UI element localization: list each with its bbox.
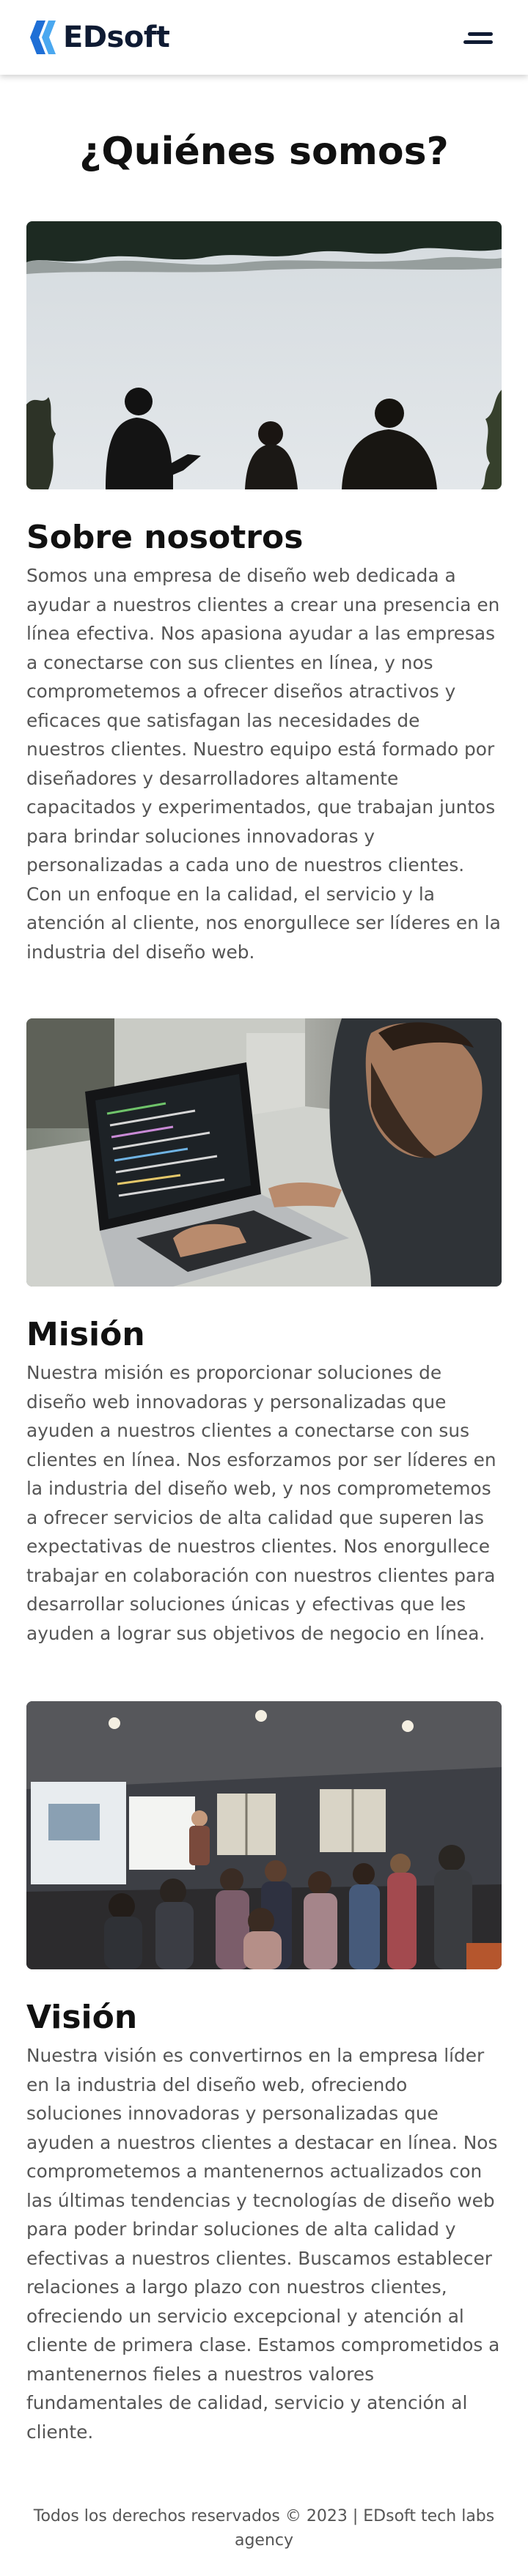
page-title: ¿Quiénes somos?: [79, 130, 449, 174]
site-header: EDsoft: [0, 0, 528, 75]
section-text: Nuestra misión es proporcionar solucione…: [26, 1362, 496, 1644]
section-title: Visión: [26, 1999, 138, 2036]
section-title: Sobre nosotros: [26, 519, 304, 556]
mission-section: Misión Nuestra misión es proporcionar so…: [26, 1018, 502, 1648]
presentation-audience-photo: [26, 1701, 502, 1969]
brand-name: EDsoft: [63, 21, 170, 54]
section-title: Misión: [26, 1316, 145, 1353]
brand-logo[interactable]: EDsoft: [26, 19, 170, 56]
site-footer: Todos los derechos reservados © 2023 | E…: [26, 2504, 502, 2553]
footer-copyright: Todos los derechos reservados © 2023 | E…: [33, 2507, 495, 2550]
about-section: Sobre nosotros Somos una empresa de dise…: [26, 221, 502, 966]
section-text: Nuestra visión es convertirnos en la emp…: [26, 2045, 500, 2443]
section-text: Somos una empresa de diseño web dedicada…: [26, 565, 501, 963]
hamburger-menu-icon[interactable]: [456, 25, 493, 51]
team-talking-outdoors-photo: [26, 221, 502, 489]
bracket-logo-icon: [30, 21, 56, 54]
developer-coding-laptop-photo: [26, 1018, 502, 1287]
vision-section: Visión Nuestra visión es convertirnos en…: [26, 1701, 502, 2446]
